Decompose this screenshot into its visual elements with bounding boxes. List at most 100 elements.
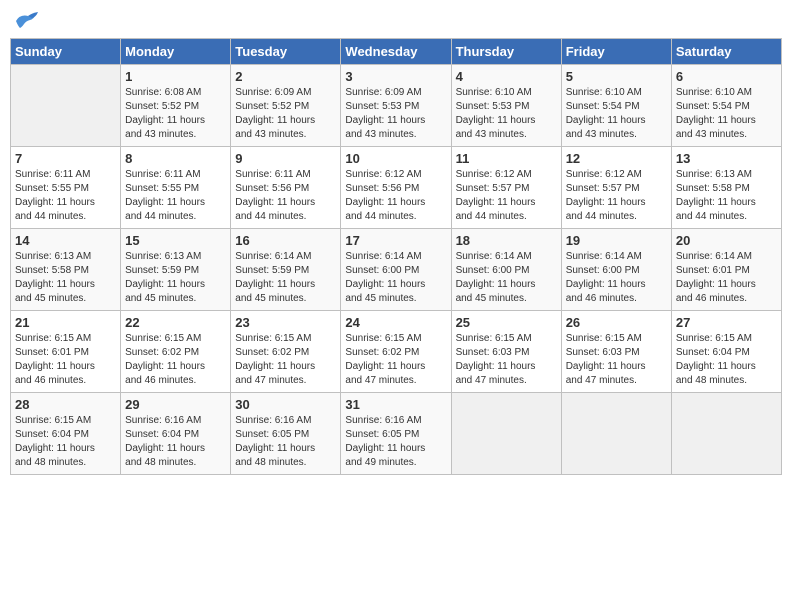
day-detail: Sunrise: 6:15 AM Sunset: 6:02 PM Dayligh… <box>125 332 226 388</box>
weekday-header: Saturday <box>671 39 781 65</box>
calendar-cell: 12Sunrise: 6:12 AM Sunset: 5:57 PM Dayli… <box>561 147 671 229</box>
day-number: 27 <box>676 315 777 330</box>
day-detail: Sunrise: 6:10 AM Sunset: 5:53 PM Dayligh… <box>456 86 557 142</box>
day-detail: Sunrise: 6:10 AM Sunset: 5:54 PM Dayligh… <box>676 86 777 142</box>
calendar-cell: 4 Sunrise: 6:10 AM Sunset: 5:53 PM Daylig… <box>451 65 561 147</box>
calendar-cell: 24 Sunrise: 6:15 AM Sunset: 6:02 PM Dayli… <box>341 311 451 393</box>
day-detail: Sunrise: 6:15 AM Sunset: 6:04 PM Dayligh… <box>15 414 116 470</box>
weekday-header: Thursday <box>451 39 561 65</box>
calendar-cell: 21 Sunrise: 6:15 AM Sunset: 6:01 PM Dayli… <box>11 311 121 393</box>
day-number: 15 <box>125 233 226 248</box>
day-number: 25 <box>456 315 557 330</box>
calendar-cell: 25Sunrise: 6:15 AM Sunset: 6:03 PM Dayli… <box>451 311 561 393</box>
day-number: 17 <box>345 233 446 248</box>
calendar-cell: 16Sunrise: 6:14 AM Sunset: 5:59 PM Dayli… <box>231 229 341 311</box>
calendar-week-row: 7 Sunrise: 6:11 AM Sunset: 5:55 PM Daylig… <box>11 147 782 229</box>
day-detail: Sunrise: 6:11 AM Sunset: 5:55 PM Dayligh… <box>125 168 226 224</box>
day-detail: Sunrise: 6:16 AM Sunset: 6:05 PM Dayligh… <box>235 414 336 470</box>
day-detail: Sunrise: 6:16 AM Sunset: 6:04 PM Dayligh… <box>125 414 226 470</box>
page-header <box>10 10 782 32</box>
calendar-cell: 31 Sunrise: 6:16 AM Sunset: 6:05 PM Dayli… <box>341 393 451 475</box>
day-detail: Sunrise: 6:14 AM Sunset: 6:00 PM Dayligh… <box>345 250 446 306</box>
calendar-cell: 2Sunrise: 6:09 AM Sunset: 5:52 PM Daylig… <box>231 65 341 147</box>
calendar-cell: 30 Sunrise: 6:16 AM Sunset: 6:05 PM Dayli… <box>231 393 341 475</box>
weekday-header: Monday <box>121 39 231 65</box>
day-detail: Sunrise: 6:13 AM Sunset: 5:59 PM Dayligh… <box>125 250 226 306</box>
calendar-cell: 23 Sunrise: 6:15 AM Sunset: 6:02 PM Dayli… <box>231 311 341 393</box>
day-detail: Sunrise: 6:09 AM Sunset: 5:52 PM Dayligh… <box>235 86 336 142</box>
calendar-cell: 20Sunrise: 6:14 AM Sunset: 6:01 PM Dayli… <box>671 229 781 311</box>
calendar-cell <box>11 65 121 147</box>
calendar-table: SundayMondayTuesdayWednesdayThursdayFrid… <box>10 38 782 475</box>
day-number: 30 <box>235 397 336 412</box>
calendar-cell: 28 Sunrise: 6:15 AM Sunset: 6:04 PM Dayli… <box>11 393 121 475</box>
day-number: 6 <box>676 69 777 84</box>
calendar-cell <box>451 393 561 475</box>
day-detail: Sunrise: 6:10 AM Sunset: 5:54 PM Dayligh… <box>566 86 667 142</box>
calendar-cell <box>561 393 671 475</box>
day-number: 7 <box>15 151 116 166</box>
calendar-cell: 1 Sunrise: 6:08 AM Sunset: 5:52 PM Daylig… <box>121 65 231 147</box>
day-number: 1 <box>125 69 226 84</box>
day-number: 22 <box>125 315 226 330</box>
day-number: 4 <box>456 69 557 84</box>
day-detail: Sunrise: 6:12 AM Sunset: 5:57 PM Dayligh… <box>566 168 667 224</box>
day-detail: Sunrise: 6:08 AM Sunset: 5:52 PM Dayligh… <box>125 86 226 142</box>
day-detail: Sunrise: 6:09 AM Sunset: 5:53 PM Dayligh… <box>345 86 446 142</box>
calendar-cell: 9Sunrise: 6:11 AM Sunset: 5:56 PM Daylig… <box>231 147 341 229</box>
day-number: 10 <box>345 151 446 166</box>
day-number: 13 <box>676 151 777 166</box>
day-number: 18 <box>456 233 557 248</box>
day-detail: Sunrise: 6:15 AM Sunset: 6:03 PM Dayligh… <box>566 332 667 388</box>
calendar-cell: 3Sunrise: 6:09 AM Sunset: 5:53 PM Daylig… <box>341 65 451 147</box>
calendar-cell: 22 Sunrise: 6:15 AM Sunset: 6:02 PM Dayli… <box>121 311 231 393</box>
calendar-header-row: SundayMondayTuesdayWednesdayThursdayFrid… <box>11 39 782 65</box>
day-detail: Sunrise: 6:16 AM Sunset: 6:05 PM Dayligh… <box>345 414 446 470</box>
day-detail: Sunrise: 6:15 AM Sunset: 6:02 PM Dayligh… <box>345 332 446 388</box>
calendar-cell: 14 Sunrise: 6:13 AM Sunset: 5:58 PM Dayli… <box>11 229 121 311</box>
day-number: 11 <box>456 151 557 166</box>
day-detail: Sunrise: 6:15 AM Sunset: 6:01 PM Dayligh… <box>15 332 116 388</box>
calendar-week-row: 21 Sunrise: 6:15 AM Sunset: 6:01 PM Dayli… <box>11 311 782 393</box>
day-number: 24 <box>345 315 446 330</box>
day-detail: Sunrise: 6:11 AM Sunset: 5:56 PM Dayligh… <box>235 168 336 224</box>
day-number: 8 <box>125 151 226 166</box>
weekday-header: Tuesday <box>231 39 341 65</box>
day-number: 23 <box>235 315 336 330</box>
calendar-week-row: 28 Sunrise: 6:15 AM Sunset: 6:04 PM Dayli… <box>11 393 782 475</box>
day-detail: Sunrise: 6:11 AM Sunset: 5:55 PM Dayligh… <box>15 168 116 224</box>
day-detail: Sunrise: 6:13 AM Sunset: 5:58 PM Dayligh… <box>676 168 777 224</box>
day-number: 5 <box>566 69 667 84</box>
calendar-week-row: 14 Sunrise: 6:13 AM Sunset: 5:58 PM Dayli… <box>11 229 782 311</box>
day-number: 26 <box>566 315 667 330</box>
day-detail: Sunrise: 6:13 AM Sunset: 5:58 PM Dayligh… <box>15 250 116 306</box>
day-number: 20 <box>676 233 777 248</box>
day-number: 16 <box>235 233 336 248</box>
calendar-cell: 29 Sunrise: 6:16 AM Sunset: 6:04 PM Dayli… <box>121 393 231 475</box>
day-detail: Sunrise: 6:12 AM Sunset: 5:57 PM Dayligh… <box>456 168 557 224</box>
day-detail: Sunrise: 6:15 AM Sunset: 6:04 PM Dayligh… <box>676 332 777 388</box>
calendar-cell: 8 Sunrise: 6:11 AM Sunset: 5:55 PM Daylig… <box>121 147 231 229</box>
day-number: 29 <box>125 397 226 412</box>
day-number: 21 <box>15 315 116 330</box>
calendar-cell: 19 Sunrise: 6:14 AM Sunset: 6:00 PM Dayli… <box>561 229 671 311</box>
weekday-header: Wednesday <box>341 39 451 65</box>
day-number: 14 <box>15 233 116 248</box>
logo <box>10 10 42 32</box>
calendar-cell: 13 Sunrise: 6:13 AM Sunset: 5:58 PM Dayli… <box>671 147 781 229</box>
calendar-cell: 17 Sunrise: 6:14 AM Sunset: 6:00 PM Dayli… <box>341 229 451 311</box>
day-detail: Sunrise: 6:12 AM Sunset: 5:56 PM Dayligh… <box>345 168 446 224</box>
calendar-cell: 6 Sunrise: 6:10 AM Sunset: 5:54 PM Daylig… <box>671 65 781 147</box>
calendar-cell: 10 Sunrise: 6:12 AM Sunset: 5:56 PM Dayli… <box>341 147 451 229</box>
logo-bird-icon <box>12 10 40 32</box>
calendar-cell: 11 Sunrise: 6:12 AM Sunset: 5:57 PM Dayli… <box>451 147 561 229</box>
day-number: 28 <box>15 397 116 412</box>
calendar-cell <box>671 393 781 475</box>
weekday-header: Sunday <box>11 39 121 65</box>
day-number: 19 <box>566 233 667 248</box>
day-detail: Sunrise: 6:15 AM Sunset: 6:02 PM Dayligh… <box>235 332 336 388</box>
weekday-header: Friday <box>561 39 671 65</box>
day-number: 31 <box>345 397 446 412</box>
day-detail: Sunrise: 6:14 AM Sunset: 6:00 PM Dayligh… <box>566 250 667 306</box>
calendar-cell: 18Sunrise: 6:14 AM Sunset: 6:00 PM Dayli… <box>451 229 561 311</box>
